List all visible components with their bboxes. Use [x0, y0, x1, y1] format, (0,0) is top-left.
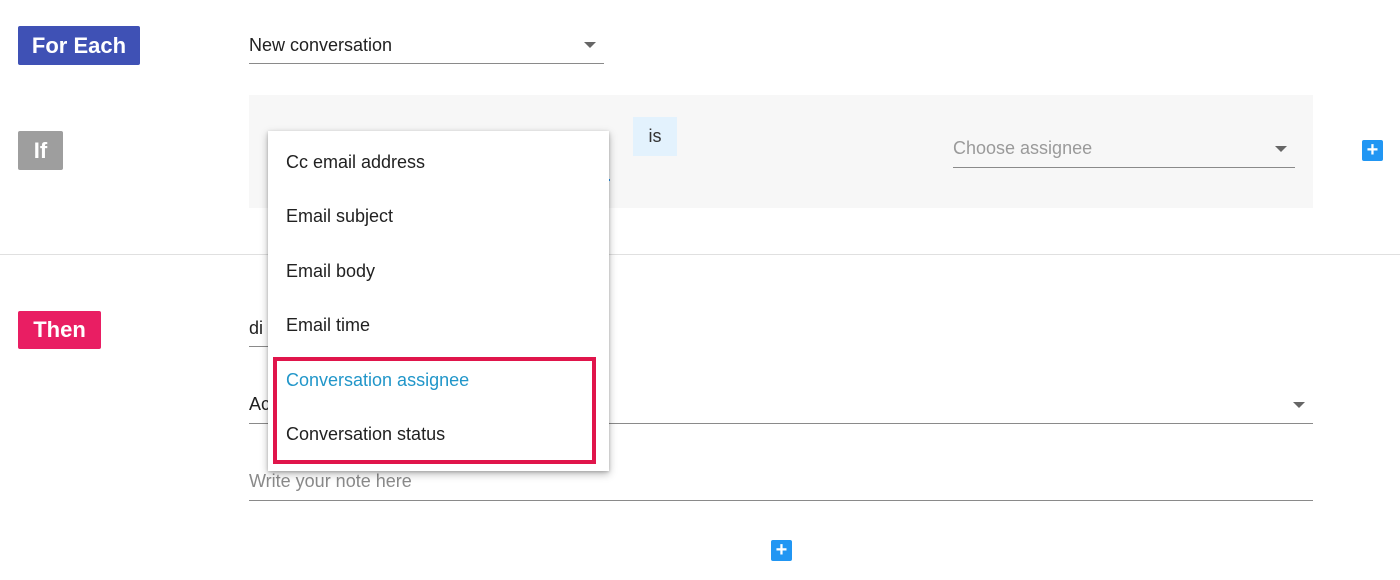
- section-divider: [0, 254, 1400, 255]
- for-each-label: For Each: [18, 26, 140, 65]
- action-select-value: di: [249, 317, 264, 338]
- add-condition-button[interactable]: +: [1362, 140, 1383, 161]
- menu-item-email-body[interactable]: Email body: [268, 244, 609, 298]
- if-label: If: [18, 131, 63, 170]
- add-action-button[interactable]: +: [771, 540, 792, 561]
- menu-item-conversation-assignee[interactable]: Conversation assignee: [268, 353, 609, 407]
- chevron-down-icon: [1293, 401, 1305, 408]
- trigger-select[interactable]: New conversation: [249, 27, 604, 64]
- assignee-select-placeholder: Choose assignee: [953, 138, 1093, 158]
- trigger-select-value: New conversation: [249, 34, 393, 55]
- menu-item-conversation-status[interactable]: Conversation status: [268, 407, 609, 461]
- action-type-select-value: Ac: [249, 394, 271, 414]
- menu-item-cc-email-address[interactable]: Cc email address: [268, 135, 609, 189]
- menu-item-email-subject[interactable]: Email subject: [268, 189, 609, 243]
- chevron-down-icon: [584, 42, 596, 48]
- menu-item-email-time[interactable]: Email time: [268, 298, 609, 352]
- plus-icon: +: [775, 539, 788, 561]
- then-label: Then: [18, 311, 101, 349]
- chevron-down-icon: [1275, 145, 1287, 152]
- assignee-select[interactable]: Choose assignee: [953, 130, 1295, 168]
- plus-icon: +: [1366, 139, 1379, 161]
- condition-operator[interactable]: is: [633, 117, 677, 156]
- field-dropdown-menu: Cc email address Email subject Email bod…: [268, 131, 609, 471]
